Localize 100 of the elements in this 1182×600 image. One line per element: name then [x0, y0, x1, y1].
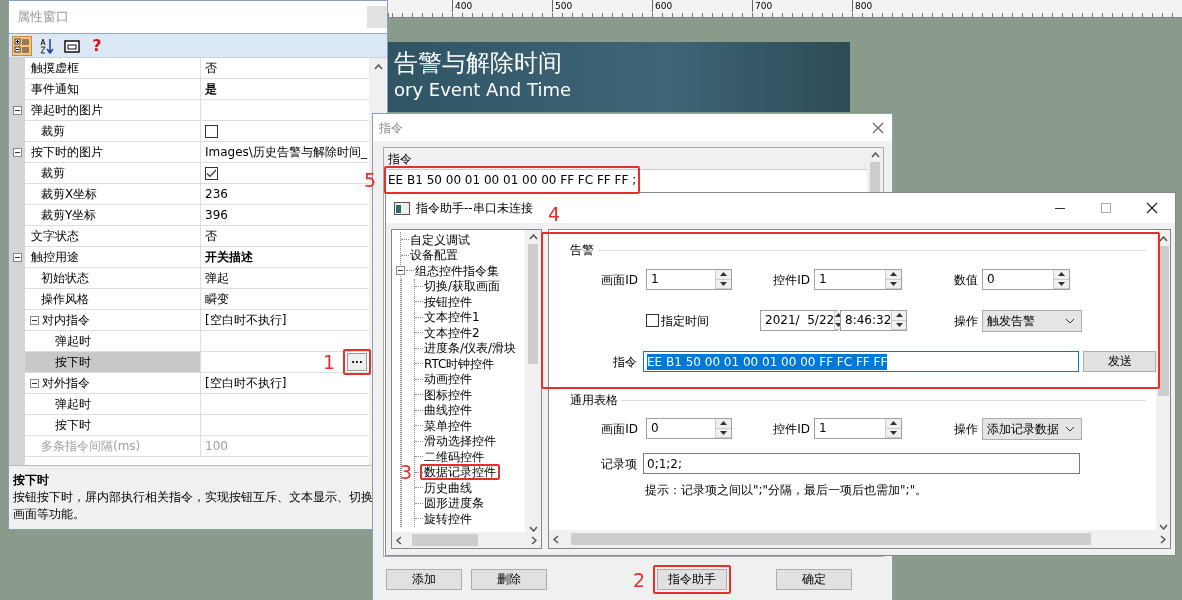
command-field[interactable]: EE B1 50 00 01 00 01 00 00 FF FC FF FF [643, 351, 1079, 372]
scroll-thumb[interactable] [571, 533, 1091, 545]
scroll-down-icon[interactable] [528, 526, 538, 532]
scrollbar[interactable] [392, 532, 541, 548]
record-field[interactable]: 0;1;2; [643, 453, 1080, 474]
tree-item[interactable]: 文本控件2 [424, 324, 480, 341]
property-name[interactable]: 裁剪 [25, 163, 200, 183]
property-name[interactable]: 初始状态 [25, 268, 200, 288]
collapse-icon[interactable] [12, 148, 22, 157]
property-value[interactable]: 弹起 [205, 270, 229, 286]
spin-down-button[interactable] [892, 320, 906, 330]
property-value[interactable]: 是 [205, 81, 217, 97]
tree-item[interactable]: 按钮控件 [424, 293, 472, 310]
tree-item[interactable]: 菜单控件 [424, 417, 472, 434]
property-name[interactable]: 裁剪 [25, 121, 200, 141]
tree-item[interactable]: 进度条/仪表/滑块 [424, 340, 517, 357]
spin-down-button[interactable] [716, 279, 731, 289]
categorized-view-button[interactable] [12, 35, 32, 56]
checkbox[interactable] [205, 166, 218, 180]
property-name[interactable]: 按下时 [25, 415, 200, 435]
scroll-up-icon[interactable] [870, 152, 880, 158]
scroll-left-icon[interactable] [553, 534, 559, 544]
property-name[interactable]: 弹起时的图片 [25, 100, 200, 120]
collapse-icon[interactable] [12, 253, 22, 262]
scrollbar[interactable] [525, 230, 541, 532]
spin-down-button[interactable] [1054, 279, 1069, 289]
ellipsis-button[interactable]: ... [347, 353, 367, 371]
collapse-icon[interactable] [12, 106, 22, 115]
spin-up-button[interactable] [716, 270, 731, 280]
property-value[interactable]: 236 [205, 186, 228, 202]
property-value[interactable]: Images\历史告警与解除时间_ [205, 144, 367, 160]
send-button[interactable]: 发送 [1083, 351, 1156, 372]
collapse-icon[interactable] [30, 378, 39, 388]
spin-field[interactable]: 0 [646, 418, 732, 439]
dialog-button[interactable]: 删除 [471, 569, 547, 590]
property-name[interactable]: 裁剪Y坐标 [25, 205, 200, 225]
scroll-up-icon[interactable] [373, 64, 383, 70]
tree-item[interactable]: 切换/获取画面 [424, 278, 501, 295]
property-value[interactable]: [空白时不执行] [205, 375, 287, 391]
property-name[interactable]: 事件通知 [25, 79, 200, 99]
property-name[interactable]: 触摸虚框 [25, 58, 200, 78]
property-name[interactable]: 文字状态 [25, 226, 200, 246]
dropdown[interactable]: 添加记录数据 [982, 417, 1082, 440]
property-name[interactable]: 触控用途 [25, 247, 200, 267]
property-name[interactable]: 按下时的图片 [25, 142, 200, 162]
spin-field[interactable]: 2021/ 5/22 [760, 310, 838, 331]
property-name[interactable]: 对外指令 [42, 373, 200, 393]
dialog-button[interactable]: 指令助手 [657, 569, 727, 590]
collapse-icon[interactable] [396, 266, 405, 276]
help-button[interactable]: ? [87, 35, 107, 56]
tree-item[interactable]: RTC时钟控件 [424, 355, 495, 372]
property-name[interactable]: 操作风格 [25, 289, 200, 309]
property-name[interactable]: 弹起时 [25, 331, 200, 351]
property-name[interactable]: 裁剪X坐标 [25, 184, 200, 204]
property-value[interactable]: 开关描述 [205, 249, 253, 265]
command-row[interactable]: EE B1 50 00 01 00 01 00 00 FF FC FF FF ; [388, 170, 637, 190]
tree-item[interactable]: 二维码控件 [424, 448, 484, 465]
spin-field[interactable]: 0 [982, 269, 1070, 290]
scroll-up-icon[interactable] [1158, 236, 1168, 242]
tree-item[interactable]: 圆形进度条 [424, 495, 484, 512]
scrollbar[interactable] [1156, 230, 1170, 530]
spin-field[interactable]: 1 [814, 269, 902, 290]
property-value[interactable]: 396 [205, 207, 228, 223]
scroll-thumb[interactable] [528, 244, 538, 364]
dialog-button[interactable]: 添加 [386, 569, 462, 590]
tree-item[interactable]: 数据记录控件 [424, 464, 496, 481]
tree-item[interactable]: 旋转控件 [424, 510, 472, 527]
tree-item[interactable]: 动画控件 [424, 371, 472, 388]
scrollbar[interactable] [549, 530, 1170, 548]
tree-item[interactable]: 图标控件 [424, 386, 472, 403]
dropdown[interactable]: 触发告警 [982, 309, 1082, 332]
spin-down-button[interactable] [886, 279, 901, 289]
property-value[interactable]: 否 [205, 228, 217, 244]
scroll-thumb[interactable] [1157, 246, 1169, 396]
spin-up-button[interactable] [886, 270, 901, 280]
scroll-down-icon[interactable] [1158, 524, 1168, 530]
spin-down-button[interactable] [716, 428, 731, 438]
property-value[interactable]: [空白时不执行] [205, 312, 287, 328]
spin-down-button[interactable] [886, 428, 901, 438]
scroll-right-icon[interactable] [531, 535, 537, 545]
dialog-button[interactable]: 确定 [776, 569, 852, 590]
spin-up-button[interactable] [716, 419, 731, 429]
checkbox[interactable] [205, 124, 218, 138]
property-name[interactable]: 按下时 [25, 352, 200, 372]
spin-up-button[interactable] [886, 419, 901, 429]
scroll-left-icon[interactable] [396, 535, 402, 545]
tree-item[interactable]: 设备配置 [410, 247, 458, 264]
tree-item[interactable]: 自定义调试 [410, 231, 470, 248]
scroll-up-icon[interactable] [528, 234, 538, 240]
tree-item[interactable]: 组态控件指令集 [415, 262, 499, 279]
checkbox[interactable] [646, 314, 659, 327]
spin-field[interactable]: 8:46:32 [840, 310, 907, 331]
property-name[interactable]: 对内指令 [42, 310, 200, 330]
tree-item[interactable]: 曲线控件 [424, 402, 472, 419]
tree-item[interactable]: 历史曲线 [424, 479, 472, 496]
property-value[interactable]: 瞬变 [205, 291, 229, 307]
tree-item[interactable]: 文本控件1 [424, 309, 480, 326]
spin-up-button[interactable] [1054, 270, 1069, 280]
checkbox-label[interactable]: 指定时间 [661, 311, 709, 330]
spin-field[interactable]: 1 [814, 418, 902, 439]
